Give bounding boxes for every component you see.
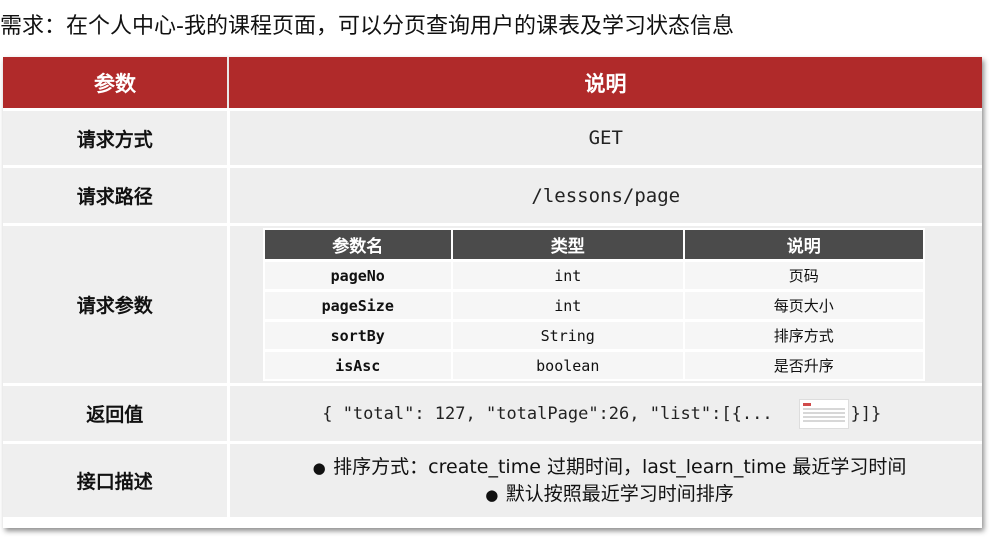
param-name: sortBy xyxy=(262,319,453,352)
row-params: 请求参数 参数名 类型 说明 pageNo int 页码 pageSize in… xyxy=(3,223,982,385)
api-spec-table: 参数 说明 请求方式 GET 请求路径 /lessons/page 请求参数 参… xyxy=(3,57,982,517)
param-name: isAsc xyxy=(262,349,453,381)
param-type: int xyxy=(450,259,685,292)
header-desc: 说明 xyxy=(227,57,982,110)
params-header-name: 参数名 xyxy=(262,228,453,262)
param-desc: 是否升序 xyxy=(682,349,925,381)
bullet-icon: ● xyxy=(312,458,326,477)
return-prefix: { "total": 127, "totalPage":26, "list":[… xyxy=(322,403,773,424)
table-row: pageNo int 页码 xyxy=(262,259,925,292)
row-return: 返回值 { "total": 127, "totalPage":26, "lis… xyxy=(3,383,982,443)
param-desc: 页码 xyxy=(682,259,925,292)
method-value: GET xyxy=(228,108,982,167)
param-type: boolean xyxy=(450,349,685,381)
api-table-container: 参数 说明 请求方式 GET 请求路径 /lessons/page 请求参数 参… xyxy=(3,57,982,528)
params-cell: 参数名 类型 说明 pageNo int 页码 pageSize int 每页大… xyxy=(228,223,982,385)
params-header-desc: 说明 xyxy=(682,228,925,262)
param-type: int xyxy=(450,289,685,322)
list-item: ● 默认按照最近学习时间排序 xyxy=(230,481,983,508)
param-type: String xyxy=(450,319,685,352)
param-name: pageSize xyxy=(262,289,453,322)
page-title: 需求：在个人中心-我的课程页面，可以分页查询用户的课表及学习状态信息 xyxy=(0,14,734,39)
table-row: isAsc boolean 是否升序 xyxy=(262,349,925,381)
row-method: 请求方式 GET xyxy=(3,108,982,167)
path-value: /lessons/page xyxy=(228,165,982,225)
param-desc: 每页大小 xyxy=(682,289,925,322)
return-suffix: }]} xyxy=(850,403,882,424)
params-label: 请求参数 xyxy=(3,223,230,385)
path-label: 请求路径 xyxy=(3,165,230,225)
document-thumbnail-icon[interactable] xyxy=(798,398,849,429)
description-list: ● 排序方式：create_time 过期时间，last_learn_time 最… xyxy=(230,454,983,508)
list-item: ● 排序方式：create_time 过期时间，last_learn_time 最… xyxy=(230,454,983,481)
row-description: 接口描述 ● 排序方式：create_time 过期时间，last_learn_t… xyxy=(3,441,983,517)
params-table: 参数名 类型 说明 pageNo int 页码 pageSize int 每页大… xyxy=(262,228,925,381)
description-cell: ● 排序方式：create_time 过期时间，last_learn_time 最… xyxy=(228,441,983,517)
method-label: 请求方式 xyxy=(3,108,230,167)
row-path: 请求路径 /lessons/page xyxy=(3,165,982,225)
table-row: sortBy String 排序方式 xyxy=(262,319,925,352)
description-text: 默认按照最近学习时间排序 xyxy=(505,482,734,505)
param-desc: 排序方式 xyxy=(682,319,925,352)
params-header-type: 类型 xyxy=(450,228,685,262)
return-cell: { "total": 127, "totalPage":26, "list":[… xyxy=(228,383,982,443)
param-name: pageNo xyxy=(262,259,453,292)
return-label: 返回值 xyxy=(3,383,230,443)
header-param: 参数 xyxy=(3,57,228,110)
description-label: 接口描述 xyxy=(3,441,230,517)
return-value: { "total": 127, "totalPage":26, "list":[… xyxy=(322,398,882,429)
description-text: 排序方式：create_time 过期时间，last_learn_time 最近… xyxy=(333,455,907,478)
table-row: pageSize int 每页大小 xyxy=(262,289,925,322)
bullet-icon: ● xyxy=(485,485,499,504)
